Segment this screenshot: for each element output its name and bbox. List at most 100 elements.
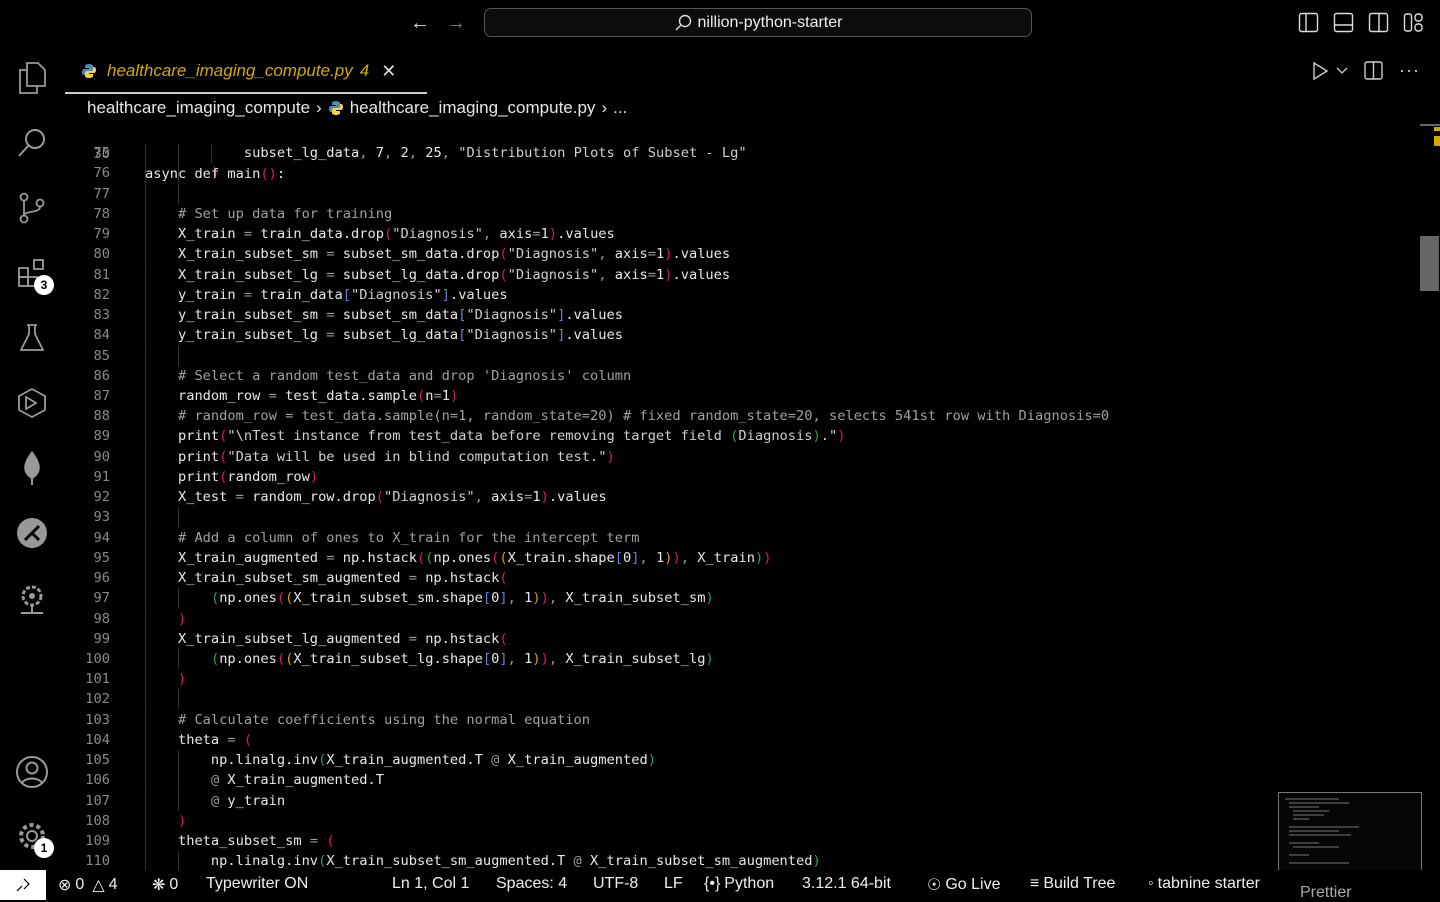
code-line[interactable]: 99 X_train_subset_lg_augmented = np.hsta… [64, 628, 1420, 649]
more-actions-icon[interactable]: ··· [1399, 60, 1420, 81]
command-center-search[interactable]: nillion-python-starter [484, 8, 1032, 37]
line-number: 78 [93, 205, 110, 222]
indent-guide [145, 507, 146, 528]
code-line[interactable]: 108 ) [64, 810, 1420, 831]
build-tree-button[interactable]: ≡ Build Tree [1030, 875, 1115, 893]
tab-filename: healthcare_imaging_compute.py [107, 61, 353, 80]
code-line[interactable]: 110 np.linalg.inv(X_train_subset_sm_augm… [64, 851, 1420, 870]
breadcrumb-symbol[interactable]: ... [613, 98, 627, 118]
sticky-scroll-line[interactable]: 30 async def main(): [64, 124, 1420, 182]
extensions-button[interactable]: 3 [14, 255, 54, 295]
tab-healthcare-imaging-compute[interactable]: healthcare_imaging_compute.py 4 ✕ [65, 50, 427, 94]
broadcast-icon: ❋ [152, 877, 166, 894]
breadcrumb-folder[interactable]: healthcare_imaging_compute [87, 98, 310, 118]
line-number: 83 [93, 307, 110, 324]
manage-button[interactable]: 1 [14, 818, 54, 858]
code-line[interactable]: 94 # Add a column of ones to X_train for… [64, 527, 1420, 548]
go-live-button[interactable]: ☉ Go Live [927, 875, 1000, 895]
line-number: 102 [85, 691, 110, 708]
code-line[interactable]: 96 X_train_subset_sm_augmented = np.hsta… [64, 568, 1420, 589]
warning-count: 4 [108, 876, 118, 893]
code-line[interactable]: 90 print("Data will be used in blind com… [64, 446, 1420, 467]
remote-explorer-button[interactable] [14, 385, 50, 421]
code-line[interactable]: 78 # Set up data for training [64, 203, 1420, 224]
cursor-position[interactable]: Ln 1, Col 1 [392, 875, 469, 893]
code-line[interactable]: 86 # Select a random test_data and drop … [64, 365, 1420, 386]
prettier-status[interactable]: Prettier [1300, 884, 1352, 902]
indent-guide [178, 689, 179, 710]
forward-arrow-icon[interactable]: → [446, 12, 466, 35]
typewriter-status[interactable]: Typewriter ON [206, 875, 308, 893]
mongodb-button[interactable] [14, 450, 50, 486]
problems-indicator[interactable]: ⊗ 0 △ 4 [58, 875, 118, 895]
code-line[interactable]: 87 random_row = test_data.sample(n=1) [64, 385, 1420, 406]
code-text: y_train = train_data["Diagnosis"].values [145, 286, 508, 303]
breadcrumb-file[interactable]: healthcare_imaging_compute.py [350, 98, 596, 118]
code-text: # Add a column of ones to X_train for th… [145, 529, 640, 546]
indentation-status[interactable]: Spaces: 4 [496, 875, 567, 893]
code-line[interactable]: 105 np.linalg.inv(X_train_augmented.T @ … [64, 750, 1420, 771]
language-mode[interactable]: {•} Python [704, 875, 774, 893]
ports-indicator[interactable]: ❋ 0 [152, 875, 178, 895]
code-line[interactable]: 83 y_train_subset_sm = subset_sm_data["D… [64, 305, 1420, 326]
code-line[interactable]: 100 (np.ones((X_train_subset_lg.shape[0]… [64, 648, 1420, 669]
code-line[interactable]: 91 print(random_row) [64, 466, 1420, 487]
code-line[interactable]: 98 ) [64, 608, 1420, 629]
code-line[interactable]: 81 X_train_subset_lg = subset_lg_data.dr… [64, 264, 1420, 285]
toggle-secondary-sidebar-icon[interactable] [1368, 12, 1389, 33]
code-line[interactable]: 85 [64, 345, 1420, 366]
toggle-primary-sidebar-icon[interactable] [1298, 12, 1319, 33]
code-line[interactable]: 93 [64, 507, 1420, 528]
minimap[interactable] [1278, 792, 1422, 880]
scrollbar-thumb[interactable] [1420, 236, 1439, 291]
code-line[interactable]: 88 # random_row = test_data.sample(n=1, … [64, 406, 1420, 427]
vertical-scrollbar[interactable] [1420, 124, 1440, 870]
code-line[interactable]: 89 print("\nTest instance from test_data… [64, 426, 1420, 447]
code-line[interactable]: 75 subset_lg_data, 7, 2, 25, "Distributi… [64, 143, 1420, 164]
settings-badge: 1 [34, 838, 54, 858]
code-line[interactable]: 97 (np.ones((X_train_subset_sm.shape[0],… [64, 588, 1420, 609]
tabnine-status[interactable]: ◦ tabnine starter [1148, 875, 1260, 893]
code-line[interactable]: 79 X_train = train_data.drop("Diagnosis"… [64, 224, 1420, 245]
remote-icon [16, 878, 30, 892]
code-line[interactable]: 95 X_train_augmented = np.hstack((np.one… [64, 547, 1420, 568]
code-line[interactable]: 102 [64, 689, 1420, 710]
gitlens-button[interactable] [14, 515, 50, 551]
customize-layout-icon[interactable] [1403, 12, 1424, 33]
kubernetes-button[interactable] [14, 580, 50, 616]
search-icon [18, 129, 45, 157]
code-line[interactable]: 103 # Calculate coefficients using the n… [64, 709, 1420, 730]
eol-status[interactable]: LF [664, 875, 683, 893]
code-line[interactable]: 101 ) [64, 669, 1420, 690]
chevron-down-icon[interactable] [1336, 67, 1348, 75]
code-line[interactable]: 84 y_train_subset_lg = subset_lg_data["D… [64, 325, 1420, 346]
run-python-file-icon[interactable] [1312, 61, 1329, 80]
remote-indicator[interactable] [0, 870, 46, 900]
split-editor-icon[interactable] [1364, 61, 1383, 80]
code-line[interactable]: 82 y_train = train_data["Diagnosis"].val… [64, 284, 1420, 305]
close-tab-icon[interactable]: ✕ [381, 61, 396, 82]
toggle-panel-icon[interactable] [1333, 12, 1354, 33]
language-label: Python [724, 875, 775, 892]
search-button[interactable] [14, 125, 50, 161]
code-line[interactable]: 92 X_test = random_row.drop("Diagnosis",… [64, 487, 1420, 508]
code-line[interactable]: 104 theta = ( [64, 729, 1420, 750]
testing-icon [19, 324, 45, 351]
back-arrow-icon[interactable]: ← [410, 12, 430, 35]
source-control-icon [19, 192, 45, 224]
code-line[interactable]: 80 X_train_subset_sm = subset_sm_data.dr… [64, 244, 1420, 265]
testing-button[interactable] [14, 320, 50, 356]
code-line[interactable]: 106 @ X_train_augmented.T [64, 770, 1420, 791]
warning-icon: △ [92, 877, 105, 894]
python-interpreter[interactable]: 3.12.1 64-bit [802, 875, 891, 893]
encoding-status[interactable]: UTF-8 [593, 875, 638, 893]
code-line[interactable]: 77 [64, 183, 1420, 204]
code-line[interactable]: 109 theta_subset_sm = ( [64, 831, 1420, 852]
line-number: 30 [93, 146, 110, 162]
code-text: X_train_subset_sm_augmented = np.hstack( [145, 570, 508, 587]
code-line[interactable]: 107 @ y_train [64, 790, 1420, 811]
code-editor[interactable]: 30 async def main(): 75 subset_lg_data, … [64, 124, 1420, 870]
source-control-button[interactable] [14, 190, 50, 226]
explorer-button[interactable] [14, 60, 50, 96]
accounts-button[interactable] [14, 754, 50, 790]
